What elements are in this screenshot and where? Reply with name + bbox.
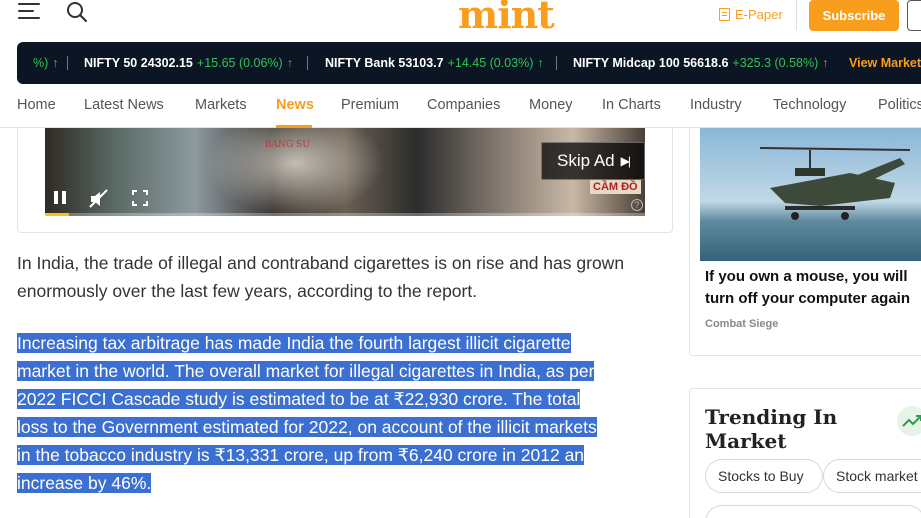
selected-line: in the tobacco industry is ₹13,331 crore… (17, 445, 585, 465)
menu-icon[interactable] (18, 3, 40, 19)
trending-pill-stock-market[interactable]: Stock market (823, 459, 921, 493)
selected-line: market in the world. The overall market … (17, 361, 595, 381)
ticker-item-nifty50[interactable]: NIFTY 50 24302.15 +15.65 (0.06%) ↑ (84, 56, 293, 70)
market-ticker: %) ↑ NIFTY 50 24302.15 +15.65 (0.06%) ↑ NI… (17, 42, 921, 84)
view-market-link[interactable]: View Market (849, 56, 921, 70)
nav-item-companies[interactable]: Companies (427, 97, 500, 113)
login-button[interactable] (907, 0, 921, 31)
skip-ad-button[interactable]: Skip Ad ▶| (541, 142, 645, 180)
epaper-label: E-Paper (735, 7, 783, 22)
up-arrow-icon: ↑ (537, 56, 544, 70)
pause-icon[interactable] (54, 191, 70, 207)
epaper-link[interactable]: E-Paper (719, 7, 783, 22)
main-nav: Home Latest News Markets News Premium Co… (0, 84, 921, 128)
nav-item-money[interactable]: Money (529, 97, 573, 113)
trending-title: Trending In Market (705, 405, 838, 453)
selected-line: loss to the Government estimated for 202… (17, 417, 597, 437)
nav-item-technology[interactable]: Technology (773, 97, 846, 113)
trending-up-icon (897, 406, 921, 436)
nav-item-home[interactable]: Home (17, 97, 56, 113)
nav-item-latest-news[interactable]: Latest News (84, 97, 164, 113)
nav-item-industry[interactable]: Industry (690, 97, 742, 113)
video-sign-text: BANG SU (265, 140, 310, 150)
article-paragraph-selected: Increasing tax arbitrage has made India … (17, 329, 667, 497)
ticker-separator (556, 56, 557, 70)
skip-ad-label: Skip Ad (556, 151, 615, 170)
nav-item-premium[interactable]: Premium (341, 97, 399, 113)
selected-line: 2022 FICCI Cascade study is estimated to… (17, 389, 581, 409)
trending-pill[interactable] (705, 505, 921, 518)
sponsored-title[interactable]: If you own a mouse, you will turn off yo… (705, 266, 921, 310)
fullscreen-icon[interactable] (132, 190, 148, 206)
ticker-separator (67, 56, 68, 70)
up-arrow-icon: ↑ (52, 56, 59, 70)
header-divider (796, 0, 797, 30)
article-paragraph: In India, the trade of illegal and contr… (17, 253, 625, 301)
nav-item-markets[interactable]: Markets (195, 97, 247, 113)
mute-icon[interactable] (88, 188, 110, 210)
up-arrow-icon: ↑ (822, 56, 829, 70)
help-icon[interactable]: ? (631, 199, 643, 211)
top-bar: mint E-Paper Subscribe (0, 0, 921, 42)
up-arrow-icon: ↑ (286, 56, 293, 70)
sponsored-source: Combat Siege (705, 318, 779, 330)
skip-icon: ▶| (620, 154, 631, 168)
search-icon[interactable] (66, 1, 88, 23)
ticker-separator (307, 56, 308, 70)
trending-pill-stocks-to-buy[interactable]: Stocks to Buy (705, 459, 823, 493)
ticker-item-niftymidcap[interactable]: NIFTY Midcap 100 56618.6 +325.3 (0.58%) ↑ (573, 56, 829, 70)
subscribe-button[interactable]: Subscribe (809, 0, 899, 31)
ticker-item-niftybank[interactable]: NIFTY Bank 53103.7 +14.45 (0.03%) ↑ (325, 56, 544, 70)
site-logo[interactable]: mint (458, 0, 555, 37)
nav-item-politics[interactable]: Politics (878, 97, 921, 113)
newspaper-icon (719, 8, 730, 21)
selected-line: increase by 46%. (17, 473, 152, 493)
selected-line: Increasing tax arbitrage has made India … (17, 333, 571, 353)
video-sign-text: CẦM ĐỒ (590, 180, 641, 194)
nav-item-news[interactable]: News (276, 97, 314, 113)
video-progress-bar[interactable] (45, 213, 645, 216)
helicopter-icon (759, 147, 911, 220)
sponsored-image[interactable] (700, 128, 921, 261)
video-progress-fill (45, 213, 69, 216)
page: mint E-Paper Subscribe %) ↑ NIFTY 50 2430… (0, 0, 921, 518)
nav-item-in-charts[interactable]: In Charts (602, 97, 661, 113)
ticker-fragment: %) ↑ (33, 56, 59, 70)
